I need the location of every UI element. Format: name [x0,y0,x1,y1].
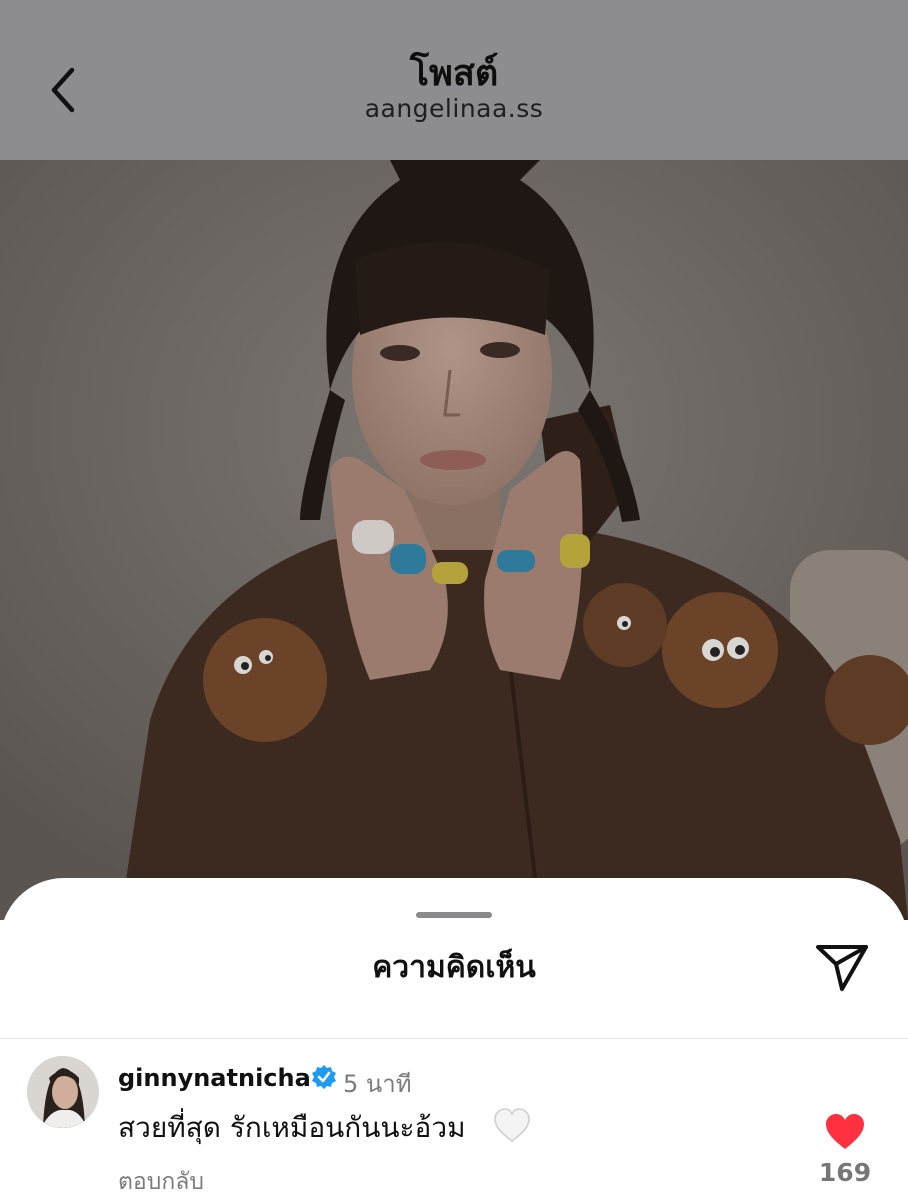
verified-badge-icon [312,1065,336,1089]
header-bar: โพสต์ aangelinaa.ss [0,0,908,160]
comment-username[interactable]: ginnynatnicha [118,1064,311,1092]
white-heart-emoji [494,1108,530,1143]
sheet-grabber[interactable] [416,912,492,918]
heart-icon [826,1114,864,1149]
comment-item: ginnynatnicha 5 นาที สวยที่สุด รักเหมือน… [0,1040,908,1199]
comment-text: สวยที่สุด รักเหมือนกันนะอ้วม [118,1111,466,1144]
post-photo [0,160,908,920]
like-count: 169 [818,1158,872,1187]
comments-sheet: ความคิดเห็น ginnynatnicha 5 นาที สวยที่ส… [0,878,908,1199]
share-button[interactable] [812,938,872,994]
reply-link[interactable]: ตอบกลับ [118,1164,204,1200]
avatar[interactable] [27,1056,99,1128]
comments-title: ความคิดเห็น [372,950,536,985]
paper-plane-icon [816,945,868,991]
comment-timestamp: 5 นาที [343,1070,412,1098]
post-author-username[interactable]: aangelinaa.ss [0,94,908,123]
page-title: โพสต์ [409,53,499,94]
like-button[interactable] [823,1112,867,1152]
divider [0,1038,908,1039]
